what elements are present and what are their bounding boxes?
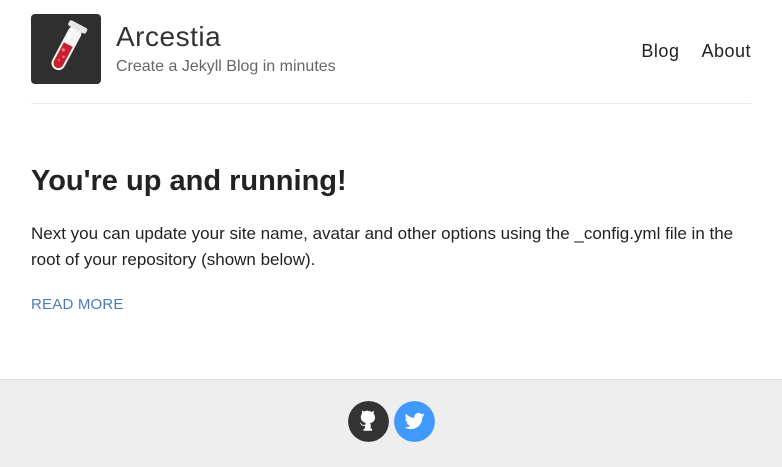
site-description: Create a Jekyll Blog in minutes xyxy=(116,58,336,75)
twitter-link[interactable] xyxy=(394,401,435,442)
page: Arcestia Create a Jekyll Blog in minutes… xyxy=(0,0,782,467)
site-avatar[interactable] xyxy=(31,14,101,84)
site-nav: Blog About xyxy=(641,40,751,62)
site-info: Arcestia Create a Jekyll Blog in minutes xyxy=(116,20,336,77)
github-link[interactable] xyxy=(348,401,389,442)
nav-link-about[interactable]: About xyxy=(701,40,751,62)
site-name[interactable]: Arcestia xyxy=(116,20,336,54)
nav-link-blog[interactable]: Blog xyxy=(641,40,679,62)
test-tube-icon xyxy=(51,20,88,71)
twitter-icon xyxy=(394,401,435,442)
github-icon xyxy=(348,401,389,442)
read-more-link[interactable]: READ MORE xyxy=(31,295,124,315)
main-content: You're up and running! Next you can upda… xyxy=(31,163,751,315)
post-title[interactable]: You're up and running! xyxy=(31,163,751,199)
site-header: Arcestia Create a Jekyll Blog in minutes… xyxy=(31,14,751,104)
post-excerpt: Next you can update your site name, avat… xyxy=(31,224,734,269)
social-links xyxy=(348,401,435,442)
site-footer xyxy=(0,379,782,467)
post-preview: You're up and running! Next you can upda… xyxy=(31,163,751,315)
